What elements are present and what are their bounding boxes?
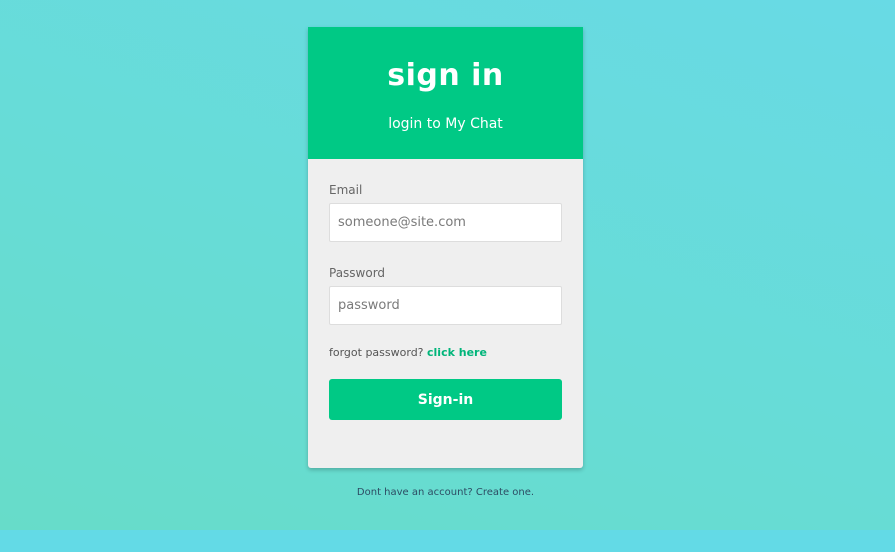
card-header: sign in login to My Chat	[308, 27, 583, 159]
login-card: sign in login to My Chat Email Password …	[308, 27, 583, 468]
email-label: Email	[329, 183, 363, 197]
sign-in-button[interactable]: Sign-in	[329, 379, 562, 420]
forgot-password-row: forgot password? click here	[329, 346, 487, 360]
page-subtitle: login to My Chat	[388, 116, 503, 132]
forgot-password-link[interactable]: click here	[427, 346, 487, 359]
email-field[interactable]	[329, 203, 562, 242]
forgot-password-text: forgot password?	[329, 346, 424, 359]
bottom-strip	[0, 530, 895, 552]
password-field[interactable]	[329, 286, 562, 325]
page-title: sign in	[387, 58, 504, 93]
create-account-link[interactable]: Dont have an account? Create one.	[308, 486, 583, 500]
password-label: Password	[329, 266, 386, 280]
